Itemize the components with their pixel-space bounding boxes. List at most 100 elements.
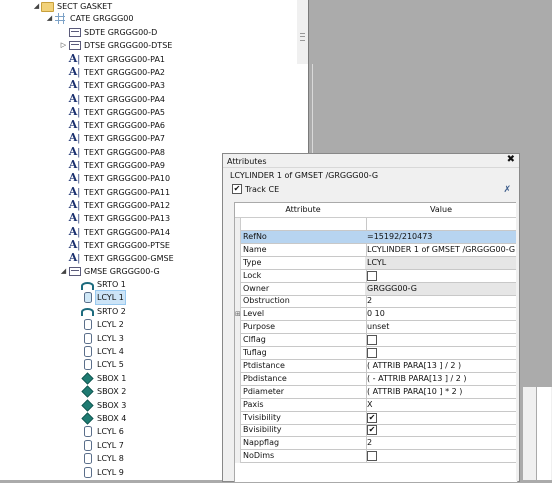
attribute-checkbox[interactable]: ✔ [367,425,377,436]
attribute-row[interactable]: Clflag [235,334,517,348]
attribute-row[interactable]: Type LCYL [235,256,517,270]
text-icon: A [68,198,81,212]
tree-node[interactable]: ATEXT GRGGG00-PA4 [59,92,166,106]
tree-node[interactable]: ATEXT GRGGG00-PA6 [59,119,166,132]
collapse-arrow-icon[interactable]: ◢ [32,0,41,13]
close-icon[interactable]: ✖ [507,154,515,165]
track-ce-toggle[interactable]: ✔ Track CE [232,184,279,194]
attribute-row[interactable]: Purpose unset [235,321,517,335]
attribute-value[interactable]: X [365,399,517,412]
attribute-row[interactable] [235,218,517,231]
tree-node[interactable]: LCYL 9 [72,466,125,479]
tree-node[interactable]: LCYL 8 [72,452,125,465]
tree-node[interactable]: ATEXT GRGGG00-PA5 [59,105,166,119]
attribute-checkbox[interactable] [367,270,377,281]
tree-node[interactable]: SBOX 3 [72,399,127,412]
attribute-checkbox[interactable] [367,335,377,346]
attribute-row[interactable]: ⊞ Level 0 10 [235,308,517,322]
tree-node[interactable]: ATEXT GRGGG00-PA10 [59,172,171,185]
tree-node[interactable]: ATEXT GRGGG00-PA9 [59,159,166,172]
attribute-row[interactable]: Tuflag [235,347,517,360]
attribute-value[interactable]: LCYLINDER 1 of GMSET /GRGGG00-G [365,244,517,257]
column-header-attribute[interactable]: Attribute [241,203,365,217]
attribute-row[interactable]: Pdiameter( ATTRIB PARA[10 ] * 2 ) [235,385,517,399]
tree-node[interactable]: ATEXT GRGGG00-PA13 [59,212,171,225]
tree-node[interactable]: LCYL 6 [72,425,125,438]
tree-node[interactable]: SBOX 4 [72,412,127,425]
tree-node[interactable]: ATEXT GRGGG00-PA7 [59,132,166,145]
tree-node-label: LCYL 2 [97,320,124,330]
expander-icon[interactable]: ▷ [59,39,68,52]
attribute-checkbox[interactable] [367,451,377,462]
attribute-value[interactable]: ( ATTRIB PARA[10 ] * 2 ) [365,386,517,399]
attribute-row[interactable]: Paxis X [235,398,517,412]
attribute-checkbox[interactable]: ✔ [367,412,377,423]
attribute-value[interactable] [365,270,517,283]
attribute-row[interactable]: Ptdistance( ATTRIB PARA[13 ] / 2 ) [235,359,517,373]
attribute-name: Level [241,308,367,322]
navigate-icon[interactable]: ✗ [503,185,511,195]
attribute-value[interactable] [365,218,517,231]
track-ce-checkbox[interactable]: ✔ [232,184,242,194]
side-scrollbar[interactable] [536,387,551,480]
tree-node[interactable]: LCYL 7 [72,439,125,452]
attribute-value[interactable] [365,347,517,360]
tree-node[interactable]: ATEXT GRGGG00-GMSE [59,252,175,265]
attribute-value[interactable]: 0 10 [365,308,517,322]
attribute-value[interactable]: ✔ [365,424,517,438]
tree-node[interactable]: ATEXT GRGGG00-PA2 [59,65,166,79]
attribute-value[interactable] [365,450,517,464]
tree-node[interactable]: LCYL 3 [72,332,125,345]
tree-node-cate[interactable]: ◢ CATE GRGGG00 [45,12,134,25]
tree-node[interactable]: ATEXT GRGGG00-PTSE [59,238,171,252]
tree-node[interactable]: LCYL 1 [72,290,126,306]
attribute-value[interactable]: ✔ [365,412,517,425]
tree-node[interactable]: ◢ GMSE GRGGG00-G [59,265,161,278]
attribute-row[interactable]: Name LCYLINDER 1 of GMSET /GRGGG00-G [235,243,517,257]
tree-node[interactable]: ATEXT GRGGG00-PA1 [59,52,166,66]
tree-scrollbar[interactable] [297,0,308,64]
attribute-value[interactable]: LCYL [365,256,517,270]
attribute-value[interactable]: ( ATTRIB PARA[13 ] / 2 ) [365,360,517,373]
tree-node[interactable]: ATEXT GRGGG00-PA12 [59,198,171,212]
attribute-value[interactable]: =15192/210473 [365,230,517,244]
tree-node[interactable]: LCYL 5 [72,358,125,371]
attribute-row[interactable]: NoDims [235,450,517,464]
attribute-row[interactable]: RefNo =15192/210473 [235,230,517,244]
tree-node[interactable]: ATEXT GRGGG00-PA3 [59,79,166,92]
tree-node[interactable]: SBOX 2 [72,385,127,398]
attribute-name: Lock [241,269,367,283]
grid-scrollbar[interactable] [516,202,519,481]
attribute-row[interactable]: Tvisibility ✔ [235,411,517,425]
collapse-arrow-icon[interactable]: ◢ [45,12,54,25]
attribute-row[interactable]: Owner GRGGG00-G [235,282,517,296]
cylinder-icon [81,291,94,304]
attribute-row[interactable]: Nappflag 2 [235,437,517,451]
tree-node-label: LCYL 3 [97,333,124,343]
attribute-row[interactable]: Bvisibility ✔ [235,424,517,438]
tree-node[interactable]: ATEXT GRGGG00-PA8 [59,145,166,159]
attribute-row[interactable]: Lock [235,269,517,283]
attribute-value[interactable]: unset [365,321,517,335]
attribute-value[interactable] [365,334,517,348]
tree-node[interactable]: ▷ DTSE GRGGG00-DTSE [59,39,173,52]
tree-node[interactable]: SDTE GRGGG00-D [59,26,158,39]
tree-node[interactable]: ATEXT GRGGG00-PA14 [59,225,171,239]
attribute-value[interactable]: GRGGG00-G [365,282,517,296]
attribute-row[interactable]: Pbdistance( - ATTRIB PARA[13 ] / 2 ) [235,372,517,386]
tree-node[interactable]: LCYL 2 [72,318,125,331]
tree-node[interactable]: SRTO 1 [72,278,127,291]
attribute-value[interactable]: 2 [365,295,517,309]
column-header-value[interactable]: Value [365,203,517,217]
tree-node[interactable]: SRTO 2 [72,305,127,318]
tree-node[interactable]: SBOX 1 [72,372,127,385]
tree-node-label: TEXT GRGGG00-PA11 [84,187,171,197]
expander-icon[interactable]: ◢ [59,265,68,278]
attribute-checkbox[interactable] [367,348,377,358]
attribute-value[interactable]: 2 [365,437,517,451]
tree-node[interactable]: LCYL 4 [72,345,125,358]
attribute-row[interactable]: Obstruction 2 [235,295,517,309]
attribute-value[interactable]: ( - ATTRIB PARA[13 ] / 2 ) [365,373,517,386]
tree-node[interactable]: ATEXT GRGGG00-PA11 [59,185,171,199]
tree-node-label: SRTO 1 [97,280,126,289]
